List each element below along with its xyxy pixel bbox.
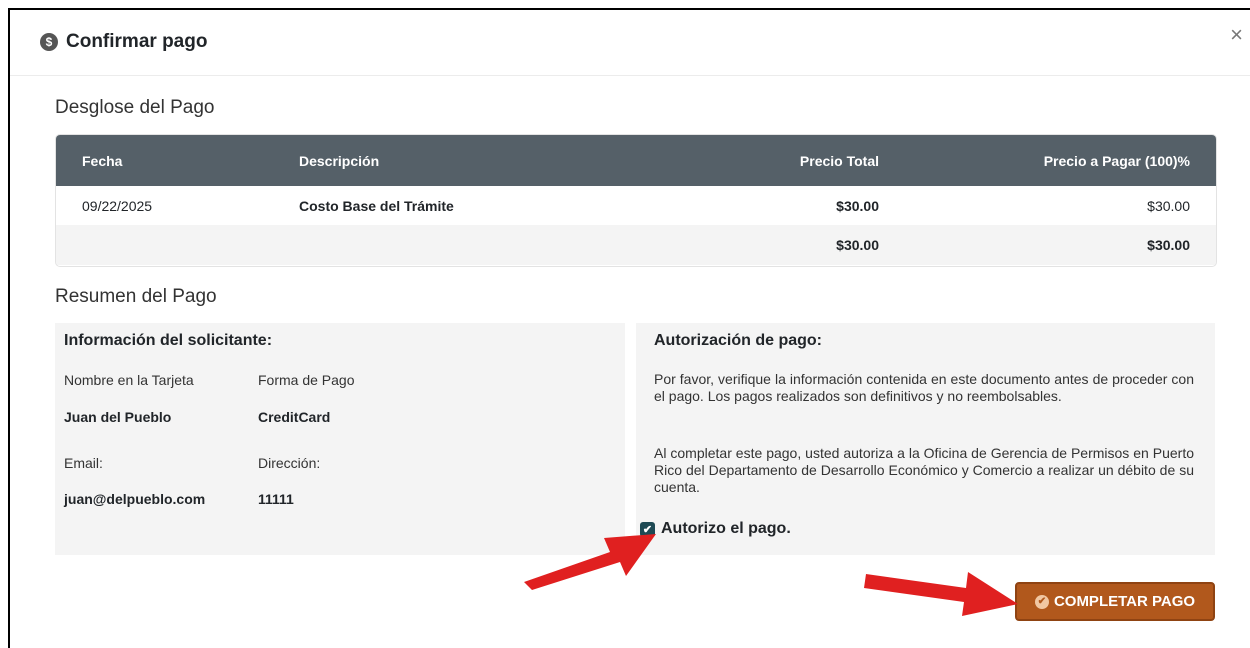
- name-label: Nombre en la Tarjeta: [64, 372, 194, 388]
- table-total-row: $30.00 $30.00: [56, 225, 1216, 265]
- close-icon[interactable]: ×: [1230, 24, 1243, 46]
- total-precio-total: $30.00: [599, 225, 879, 265]
- breakdown-title: Desglose del Pago: [55, 97, 215, 118]
- address-value: 11111: [258, 491, 294, 507]
- cell-empty: [56, 225, 299, 265]
- email-value: juan@delpueblo.com: [64, 491, 206, 507]
- header-descripcion: Descripción: [299, 135, 599, 186]
- table-header-row: Fecha Descripción Precio Total Precio a …: [56, 135, 1216, 186]
- authorize-checkbox[interactable]: ✔ Autorizo el pago.: [640, 520, 791, 538]
- payment-label: Forma de Pago: [258, 372, 355, 388]
- email-label: Email:: [64, 455, 103, 471]
- authorization-text-2: Al completar este pago, usted autoriza a…: [654, 445, 1194, 495]
- authorization-panel: Autorización de pago: Por favor, verifiq…: [636, 323, 1215, 555]
- name-value: Juan del Pueblo: [64, 409, 172, 425]
- cell-descripcion: Costo Base del Trámite: [299, 197, 454, 214]
- summary-title: Resumen del Pago: [55, 286, 217, 307]
- modal-title: $ Confirmar pago: [40, 31, 207, 53]
- cell-fecha: 09/22/2025: [82, 197, 153, 214]
- authorization-text-1: Por favor, verifique la información cont…: [654, 371, 1194, 404]
- modal-title-text: Confirmar pago: [66, 31, 208, 52]
- table-row: 09/22/2025 Costo Base del Trámite $30.00…: [56, 186, 1216, 225]
- authorize-checkbox-label: Autorizo el pago.: [661, 520, 791, 537]
- dollar-coin-icon: $: [40, 33, 58, 51]
- header-precio-total: Precio Total: [599, 135, 879, 186]
- cell-empty: [299, 225, 599, 265]
- annotation-arrow-checkbox: [524, 534, 656, 590]
- total-precio-pagar: $30.00: [879, 225, 1216, 265]
- header-fecha: Fecha: [56, 135, 299, 186]
- authorization-heading: Autorización de pago:: [654, 332, 822, 349]
- complete-payment-button[interactable]: ✔ COMPLETAR PAGO: [1015, 582, 1215, 621]
- payment-value: CreditCard: [258, 409, 331, 425]
- address-label: Dirección:: [258, 455, 321, 471]
- modal-header: $ Confirmar pago ×: [10, 10, 1250, 76]
- header-precio-pagar: Precio a Pagar (100)%: [879, 135, 1216, 186]
- cell-precio-total: $30.00: [836, 197, 879, 214]
- check-circle-icon: ✔: [1034, 594, 1049, 609]
- complete-payment-label: COMPLETAR PAGO: [1053, 593, 1196, 610]
- cell-precio-pagar: $30.00: [1147, 197, 1190, 214]
- applicant-heading: Información del solicitante:: [64, 332, 273, 349]
- breakdown-table: Fecha Descripción Precio Total Precio a …: [55, 134, 1217, 267]
- annotation-arrow-button: [864, 572, 1018, 616]
